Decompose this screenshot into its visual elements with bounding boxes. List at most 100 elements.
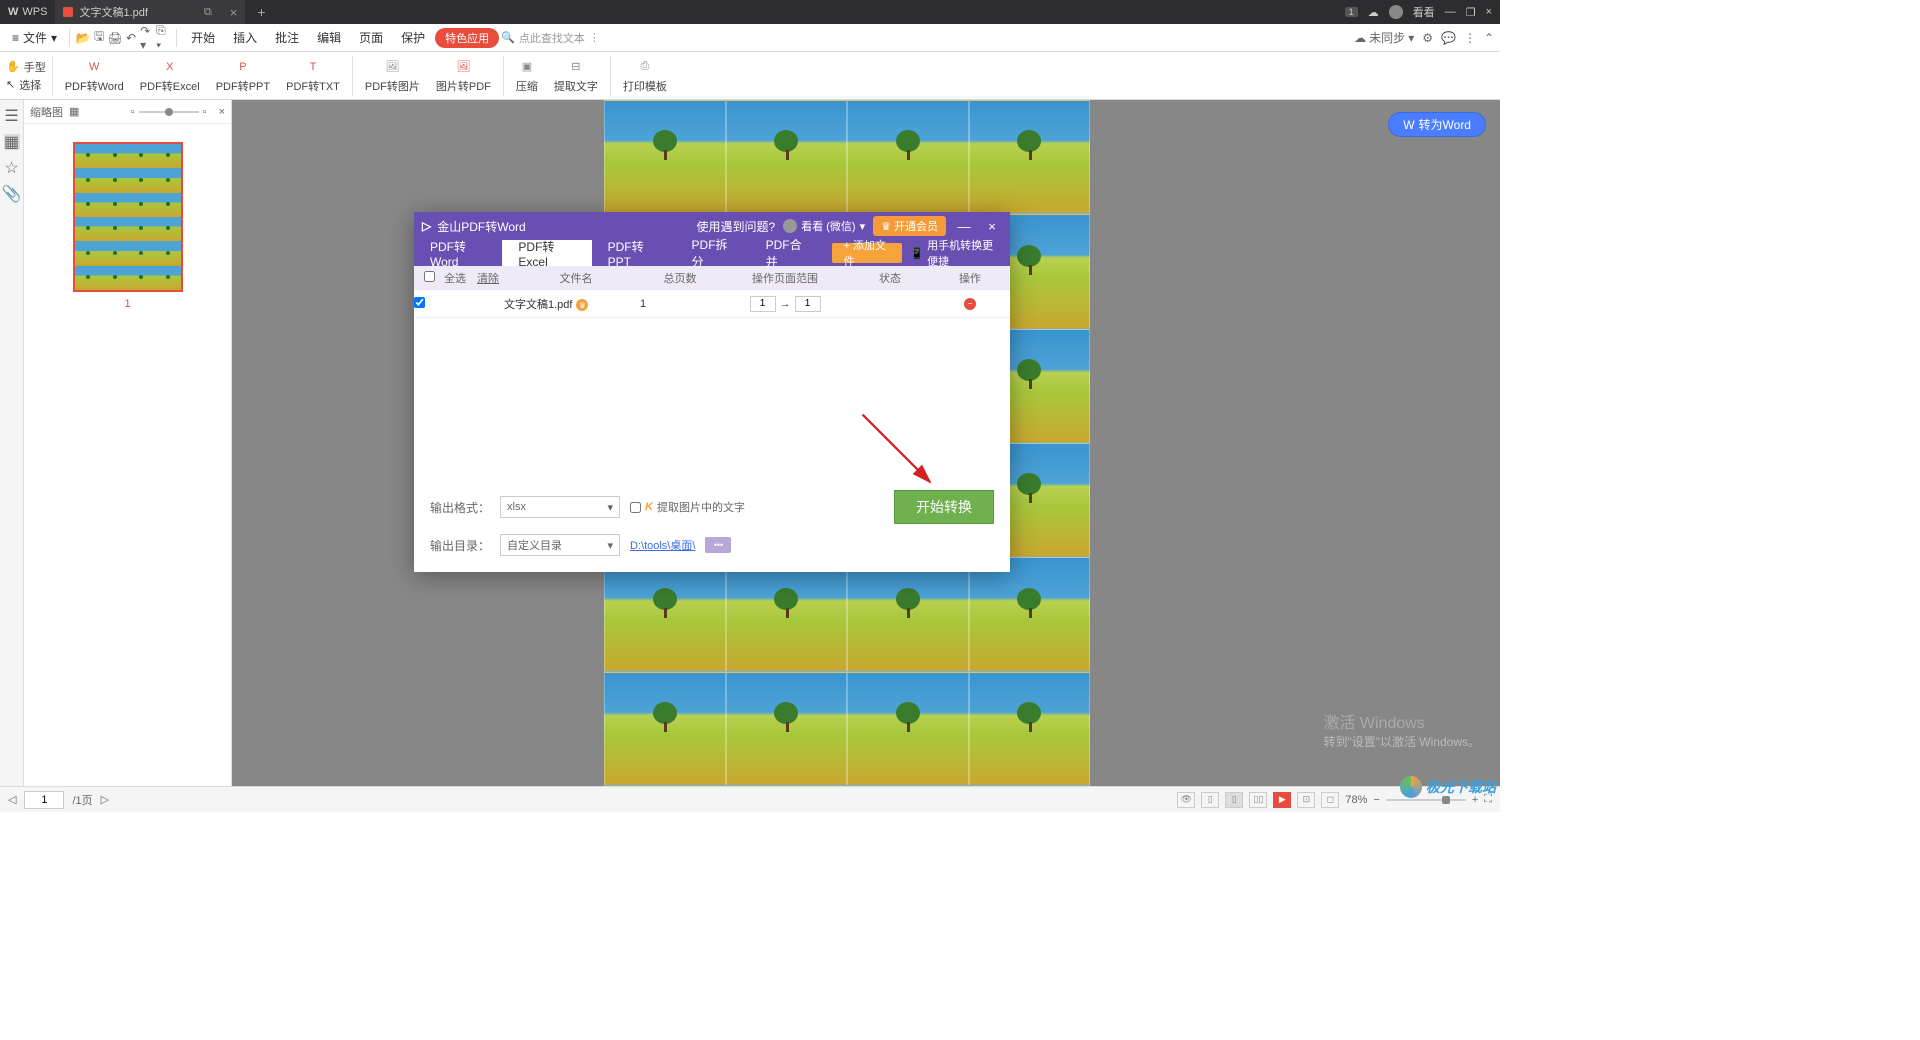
- window-close-icon[interactable]: ×: [1486, 6, 1492, 18]
- thumbnail-panel-title: 缩略图: [30, 104, 63, 120]
- tool-image-to-pdf[interactable]: 🖼图片转PDF: [428, 56, 499, 96]
- sync-status[interactable]: ☁未同步 ▾: [1354, 29, 1414, 46]
- thumb-zoom-in-icon[interactable]: ▫: [203, 106, 207, 118]
- window-minimize-icon[interactable]: —: [1445, 6, 1456, 18]
- start-convert-button[interactable]: 开始转换: [894, 490, 994, 524]
- more-icon[interactable]: ⋮: [1464, 31, 1476, 45]
- tab-pdf-to-ppt[interactable]: PDF转PPT: [592, 240, 676, 266]
- collapse-ribbon-icon[interactable]: ⌃: [1484, 31, 1494, 45]
- zoom-out-icon[interactable]: −: [1373, 794, 1379, 806]
- ocr-checkbox[interactable]: [630, 502, 641, 513]
- tool-select[interactable]: ↖选择: [6, 77, 46, 93]
- thumbnail-panel: 缩略图 ▦ ▫ ▫ × 1: [24, 100, 232, 786]
- fit-page-icon[interactable]: ◻: [1321, 792, 1339, 808]
- row-checkbox[interactable]: [414, 297, 425, 308]
- hand-icon: ✋: [6, 60, 20, 73]
- tool-pdf-to-excel[interactable]: XPDF转Excel: [132, 56, 208, 96]
- thumb-grid-icon[interactable]: ▦: [69, 105, 79, 118]
- dialog-user[interactable]: 看看 (微信) ▾: [783, 218, 865, 234]
- tool-pdf-to-word[interactable]: WPDF转Word: [57, 56, 132, 96]
- document-tab[interactable]: 文字文稿1.pdf ⧉ ×: [55, 0, 245, 24]
- chevron-down-icon: ▾: [607, 501, 613, 514]
- page-thumbnail[interactable]: [73, 142, 183, 292]
- window-restore-icon[interactable]: ❐: [1466, 6, 1476, 19]
- search-box[interactable]: 🔍 点此查找文本 ⋮: [501, 30, 600, 46]
- view-continuous-icon[interactable]: ▯: [1225, 792, 1243, 808]
- output-format-select[interactable]: xlsx▾: [500, 496, 620, 518]
- output-dir-select[interactable]: 自定义目录▾: [500, 534, 620, 556]
- notification-badge[interactable]: 1: [1345, 7, 1358, 17]
- menu-start[interactable]: 开始: [183, 27, 223, 48]
- print-icon[interactable]: 🖨: [108, 31, 122, 45]
- current-page-input[interactable]: [24, 791, 64, 809]
- menu-page[interactable]: 页面: [351, 27, 391, 48]
- ribbon: ✋手型 ↖选择 WPDF转Word XPDF转Excel PPDF转PPT TP…: [0, 52, 1500, 100]
- tab-popup-icon[interactable]: ⧉: [204, 6, 212, 19]
- tab-pdf-split[interactable]: PDF拆分: [676, 240, 750, 266]
- convert-to-word-button[interactable]: W 转为Word: [1388, 112, 1486, 137]
- menu-insert[interactable]: 插入: [225, 27, 265, 48]
- tool-hand[interactable]: ✋手型: [6, 59, 46, 75]
- view-single-icon[interactable]: ▯: [1201, 792, 1219, 808]
- next-page-icon[interactable]: ▷: [101, 793, 109, 806]
- view-facing-icon[interactable]: ▯▯: [1249, 792, 1267, 808]
- tab-pdf-to-excel[interactable]: PDF转Excel: [502, 240, 591, 266]
- menu-comment[interactable]: 批注: [267, 27, 307, 48]
- pdf-convert-dialog: ▷ 金山PDF转Word 使用遇到问题? 看看 (微信) ▾ ♛开通会员 — ×…: [414, 212, 1010, 572]
- bookmark-icon[interactable]: ☆: [4, 160, 20, 176]
- tab-close-icon[interactable]: ×: [230, 5, 238, 20]
- feedback-icon[interactable]: 💬: [1441, 31, 1456, 45]
- clear-selection-link[interactable]: 清除: [477, 270, 499, 286]
- browse-folder-button[interactable]: •••: [705, 537, 731, 553]
- menu-edit[interactable]: 编辑: [309, 27, 349, 48]
- user-name: 看看: [1413, 4, 1435, 20]
- tool-pdf-to-ppt[interactable]: PPDF转PPT: [208, 56, 278, 96]
- dialog-minimize-icon[interactable]: —: [954, 219, 974, 234]
- open-icon[interactable]: 📂: [76, 31, 90, 45]
- new-tab-button[interactable]: +: [245, 4, 277, 20]
- tool-pdf-to-image[interactable]: 🖼PDF转图片: [357, 56, 428, 96]
- tool-extract-text[interactable]: ⊟提取文字: [546, 56, 606, 96]
- menu-protect[interactable]: 保护: [393, 27, 433, 48]
- cursor-icon: ↖: [6, 78, 15, 91]
- select-all-checkbox[interactable]: [424, 271, 435, 282]
- show-hide-icon[interactable]: 👁: [1177, 792, 1195, 808]
- play-icon[interactable]: ▶: [1273, 792, 1291, 808]
- thumbnails-icon[interactable]: ▦: [4, 134, 20, 150]
- app-logo: WWPS: [0, 6, 55, 18]
- attachment-icon[interactable]: 📎: [4, 186, 20, 202]
- thumb-panel-close-icon[interactable]: ×: [219, 106, 225, 118]
- dialog-vip-button[interactable]: ♛开通会员: [873, 216, 946, 236]
- search-more-icon[interactable]: ⋮: [589, 31, 600, 44]
- outline-icon[interactable]: ☰: [4, 108, 20, 124]
- tab-pdf-merge[interactable]: PDF合并: [750, 240, 824, 266]
- tab-pdf-to-word[interactable]: PDF转Word: [414, 240, 502, 266]
- zoom-value: 78%: [1345, 794, 1367, 806]
- prev-page-icon[interactable]: ◁: [8, 793, 16, 806]
- user-avatar-icon[interactable]: [1389, 5, 1403, 19]
- dialog-help-link[interactable]: 使用遇到问题?: [697, 218, 776, 235]
- page-from-input[interactable]: [750, 296, 776, 312]
- tool-pdf-to-txt[interactable]: TPDF转TXT: [278, 56, 348, 96]
- output-path-link[interactable]: D:\tools\桌面\: [630, 537, 695, 553]
- save-icon[interactable]: 🖫: [92, 31, 106, 45]
- fit-width-icon[interactable]: ⊡: [1297, 792, 1315, 808]
- tool-print-template[interactable]: ⎙打印模板: [615, 56, 675, 96]
- add-file-button[interactable]: + 添加文件: [832, 243, 903, 263]
- zoom-slider[interactable]: [1386, 799, 1466, 801]
- settings-icon[interactable]: ⚙: [1422, 31, 1433, 45]
- export-icon[interactable]: ⎘ ▾: [156, 31, 170, 45]
- row-delete-icon[interactable]: −: [964, 298, 976, 310]
- dialog-close-icon[interactable]: ×: [982, 219, 1002, 234]
- thumb-zoom-slider[interactable]: [139, 111, 199, 113]
- tool-compress[interactable]: ▣压缩: [508, 56, 546, 96]
- thumb-zoom-out-icon[interactable]: ▫: [131, 106, 135, 118]
- mobile-convert-hint[interactable]: 📱用手机转换更便捷: [902, 240, 1010, 266]
- cloud-icon[interactable]: ☁: [1368, 6, 1379, 19]
- menu-special[interactable]: 特色应用: [435, 28, 499, 48]
- redo-icon[interactable]: ↷ ▾: [140, 31, 154, 45]
- page-to-input[interactable]: [795, 296, 821, 312]
- file-menu[interactable]: ≡ 文件 ▾: [6, 27, 63, 48]
- undo-icon[interactable]: ↶: [124, 31, 138, 45]
- site-watermark: 极光下载站: [1400, 776, 1496, 798]
